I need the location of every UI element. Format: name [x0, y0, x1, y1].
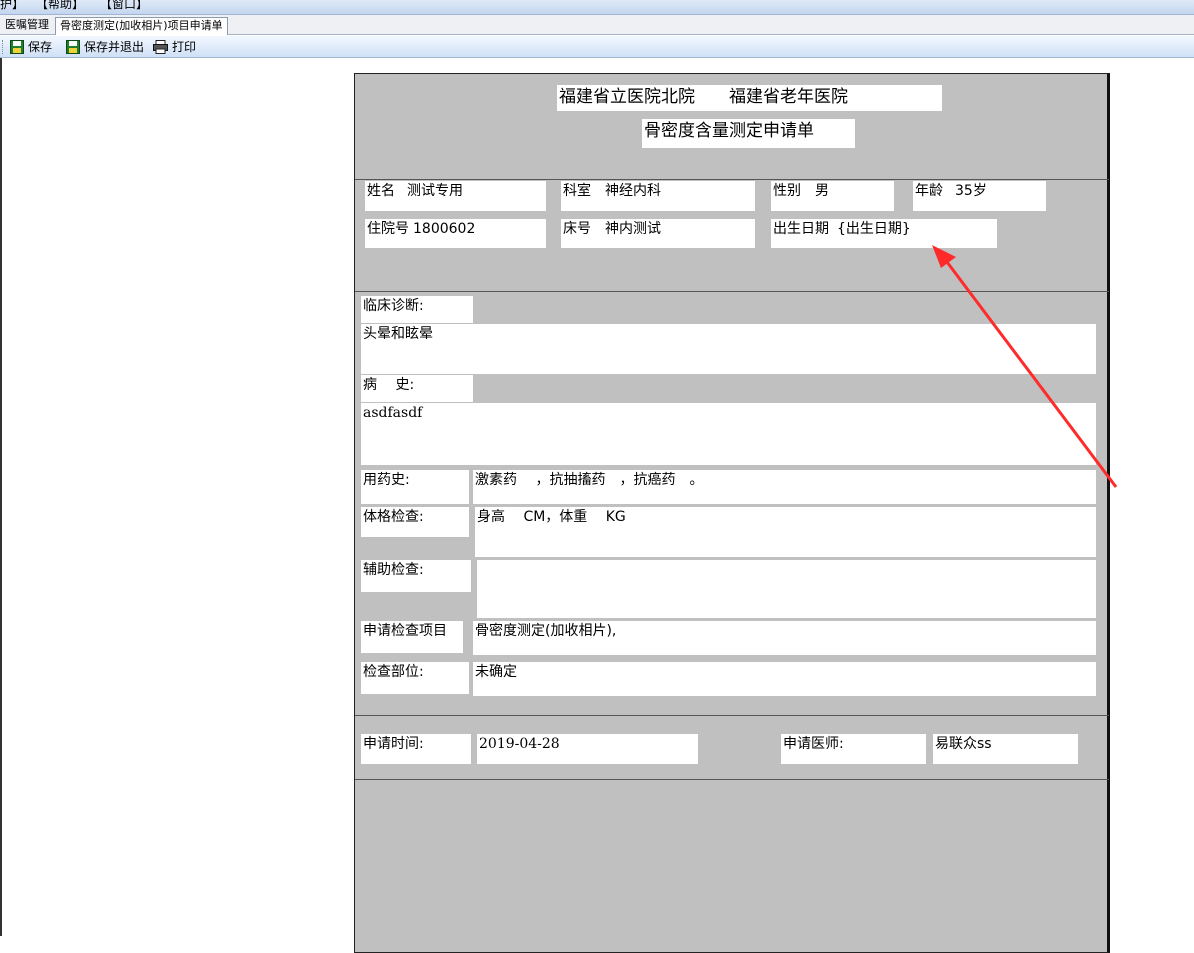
auxiliary-exam-field[interactable]: [477, 560, 1096, 618]
inpatient-number-value: 1800602: [413, 221, 476, 237]
age-label: 年龄: [915, 183, 943, 199]
request-doctor-label: 申请医师:: [781, 734, 926, 764]
menu-help[interactable]: 【帮助】: [36, 0, 84, 12]
name-label: 姓名: [367, 183, 395, 199]
floppy-disk-icon: [10, 40, 24, 54]
patient-info-divider: [355, 291, 1109, 292]
footer-divider: [355, 779, 1109, 780]
physical-exam-label: 体格检查:: [361, 507, 469, 537]
birth-date-value: {出生日期}: [837, 221, 911, 237]
exam-site-label: 检查部位:: [361, 662, 469, 694]
history-field[interactable]: asdfasdf: [361, 403, 1096, 465]
name-field[interactable]: 姓名 测试专用: [365, 181, 546, 211]
bed-number-field[interactable]: 床号 神内测试: [561, 219, 755, 248]
save-button[interactable]: 保存: [10, 39, 52, 55]
medication-label: 用药史:: [361, 470, 469, 504]
birth-date-field[interactable]: 出生日期 {出生日期}: [771, 219, 997, 248]
sex-value: 男: [815, 183, 829, 199]
inpatient-number-label: 住院号: [367, 221, 409, 237]
department-field[interactable]: 科室 神经内科: [561, 181, 755, 211]
request-time-field[interactable]: 2019-04-28: [477, 734, 698, 764]
diagnosis-field[interactable]: 头晕和眩晕: [361, 324, 1096, 374]
menu-maintain[interactable]: 护】: [0, 0, 24, 12]
request-form-page: 福建省立医院北院 福建省老年医院 骨密度含量测定申请单 姓名 测试专用 科室 神经内…: [354, 73, 1110, 953]
name-value: 测试专用: [407, 183, 463, 199]
toolbar-grip[interactable]: [2, 40, 5, 54]
age-field[interactable]: 年龄 35岁: [913, 181, 1046, 211]
exam-site-field[interactable]: 未确定: [473, 662, 1096, 696]
print-label: 打印: [172, 40, 197, 54]
request-time-label: 申请时间:: [361, 734, 471, 764]
diagnosis-label: 临床诊断:: [361, 296, 473, 323]
print-button[interactable]: 打印: [153, 39, 196, 55]
birth-date-label: 出生日期: [773, 221, 829, 237]
save-and-exit-label: 保存并退出: [84, 40, 145, 54]
age-value: 35岁: [955, 183, 987, 199]
requested-item-field[interactable]: 骨密度测定(加收相片),: [473, 621, 1096, 655]
inpatient-number-field[interactable]: 住院号 1800602: [365, 219, 546, 248]
menu-bar: 护】 【帮助】 【窗口】: [0, 0, 1194, 15]
auxiliary-exam-label: 辅助检查:: [361, 560, 471, 592]
sex-label: 性别: [773, 183, 801, 199]
tab-order-management[interactable]: 医嘱管理: [1, 17, 53, 35]
bed-number-value: 神内测试: [605, 221, 661, 237]
sex-field[interactable]: 性别男: [771, 181, 894, 211]
exam-divider: [355, 715, 1109, 716]
department-value: 神经内科: [605, 183, 661, 199]
physical-exam-field[interactable]: 身高 CM，体重 KG: [475, 507, 1096, 557]
menu-window[interactable]: 【窗口】: [100, 0, 148, 12]
save-label: 保存: [28, 40, 53, 54]
toolbar: 保存 保存并退出 打印: [0, 36, 1194, 58]
tab-bone-density-request[interactable]: 骨密度测定(加收相片)项目申请单: [55, 17, 228, 35]
bed-number-label: 床号: [563, 221, 591, 237]
save-and-exit-button[interactable]: 保存并退出: [66, 39, 144, 55]
request-doctor-field[interactable]: 易联众ss: [933, 734, 1078, 764]
header-divider: [355, 179, 1109, 180]
requested-item-label: 申请检查项目: [361, 621, 463, 653]
history-label: 病 史:: [361, 375, 473, 402]
hospital-name: 福建省立医院北院 福建省老年医院: [557, 85, 942, 111]
department-label: 科室: [563, 183, 591, 199]
form-title: 骨密度含量测定申请单: [642, 119, 855, 148]
medication-field[interactable]: 激素药 ，抗抽搐药 ，抗癌药 。: [473, 470, 1096, 504]
tab-bar: 医嘱管理 骨密度测定(加收相片)项目申请单: [0, 15, 1194, 35]
floppy-disk-icon: [66, 40, 80, 54]
printer-icon: [153, 40, 168, 54]
